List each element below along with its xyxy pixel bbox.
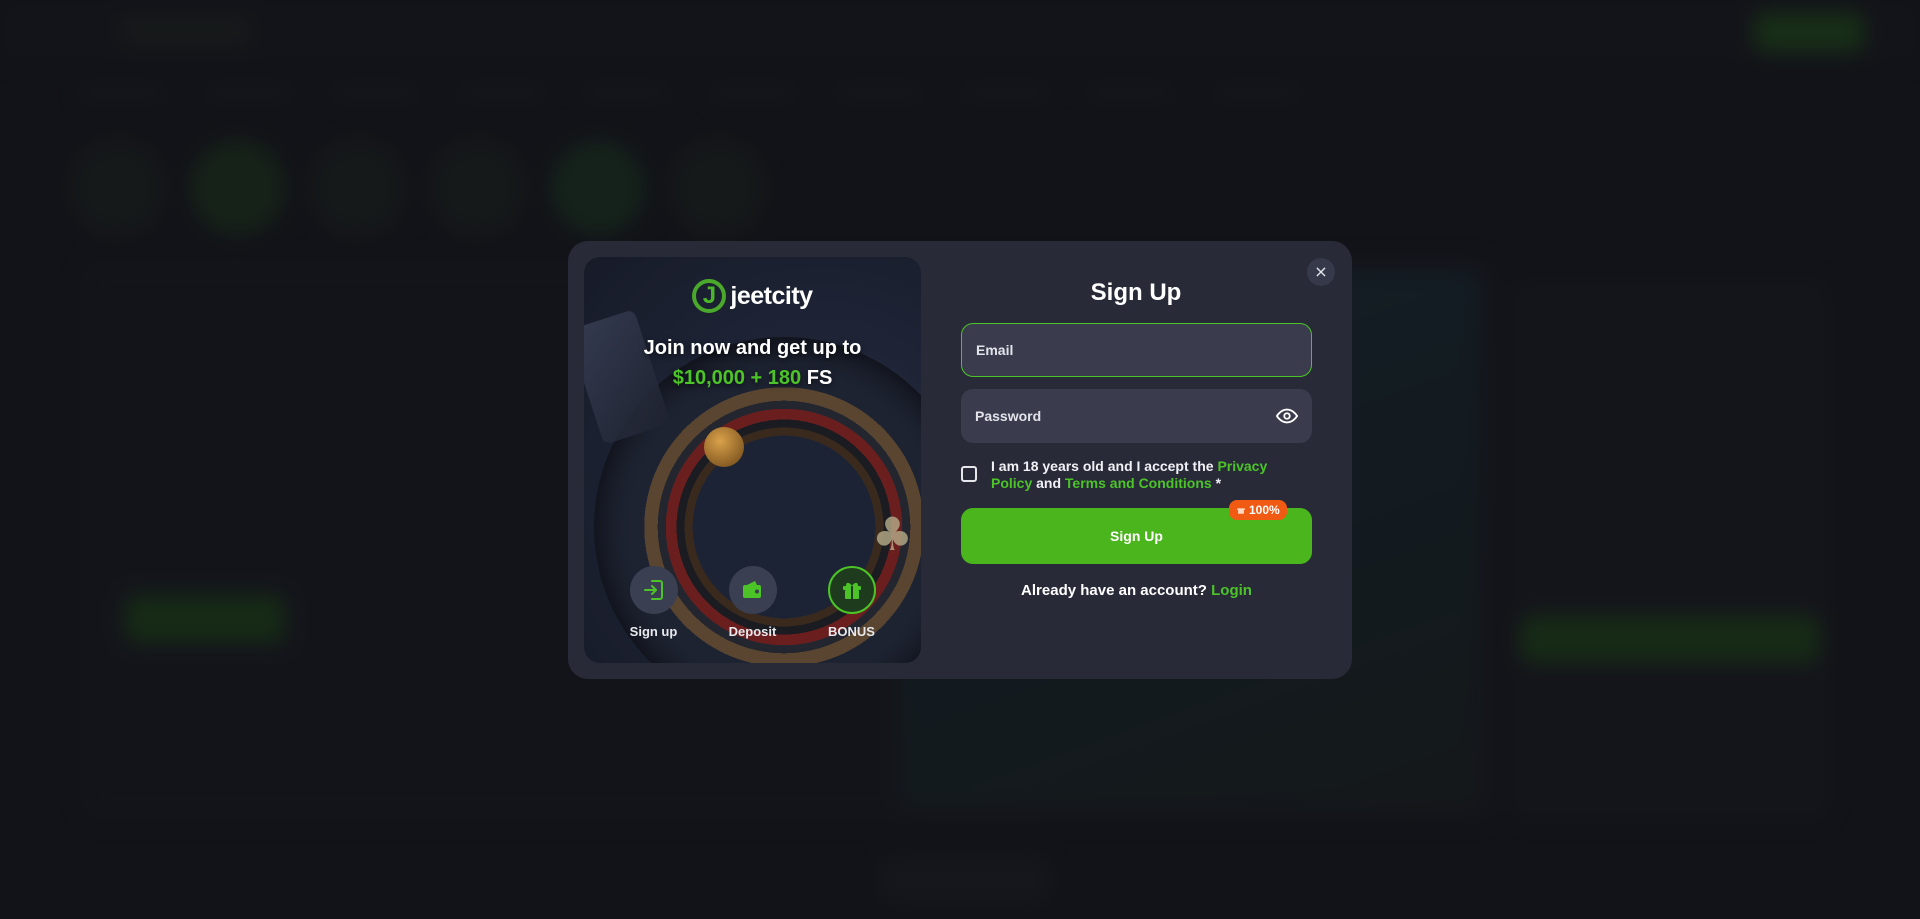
login-row: Already have an account? Login [961, 582, 1312, 599]
promo-panel: ♣ J jeetcity Join now and get up to $10,… [584, 257, 921, 663]
close-icon[interactable]: × [1307, 258, 1335, 286]
step-sign-up: Sign up [609, 566, 699, 639]
step-label: Deposit [728, 624, 777, 639]
promo-headline-text: Join now and get up to [643, 337, 862, 359]
email-input[interactable] [976, 342, 1297, 358]
gift-icon [1237, 508, 1245, 514]
eye-icon[interactable] [1276, 405, 1298, 427]
logo-mark-icon: J [692, 279, 727, 313]
terms-row: I am 18 years old and I accept the Priva… [961, 458, 1312, 492]
promo-headline: Join now and get up to $10,000 + 180 FS [584, 333, 921, 393]
brand-logo: J jeetcity [584, 279, 921, 313]
gift-icon [827, 566, 876, 614]
signup-modal: ♣ J jeetcity Join now and get up to $10,… [568, 241, 1352, 679]
password-input[interactable] [975, 408, 1276, 424]
promo-suffix: FS [806, 367, 833, 389]
terms-conditions-link[interactable]: Terms and Conditions [1065, 475, 1212, 491]
bonus-badge-text: 100% [1249, 503, 1280, 517]
step-label: BONUS [828, 624, 875, 639]
wallet-icon [728, 566, 777, 614]
bonus-badge: 100% [1229, 500, 1287, 520]
password-field[interactable] [961, 389, 1312, 443]
terms-text: I am 18 years old and I accept the Priva… [991, 458, 1312, 492]
step-bonus: BONUS [807, 566, 897, 639]
terms-checkbox[interactable] [961, 466, 977, 482]
terms-and: and [1036, 475, 1062, 491]
club-icon: ♣ [871, 507, 913, 561]
email-field[interactable] [961, 323, 1312, 377]
login-prompt: Already have an account? [1021, 582, 1207, 599]
login-arrow-icon [629, 566, 678, 614]
form-title: Sign Up [1090, 279, 1182, 306]
step-label: Sign up [629, 624, 678, 639]
required-mark: * [1215, 475, 1222, 491]
promo-steps: Sign up Deposit BONUS [584, 566, 921, 639]
promo-offer: $10,000 + 180 FS [584, 363, 921, 393]
logo-text: jeetcity [730, 281, 813, 310]
promo-amount: $10,000 + 180 [672, 367, 802, 389]
login-link[interactable]: Login [1211, 582, 1252, 599]
step-deposit: Deposit [708, 566, 798, 639]
terms-prefix: I am 18 years old and I accept the [991, 458, 1214, 474]
